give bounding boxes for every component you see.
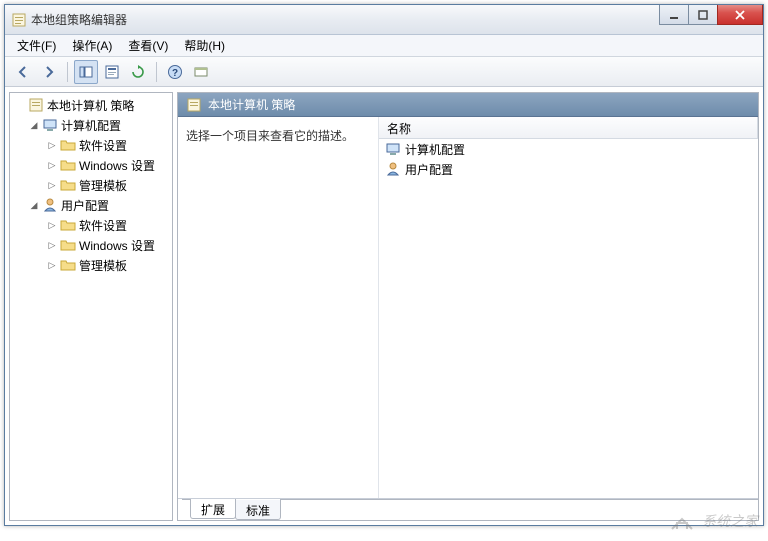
tree-windows-settings[interactable]: ▷ Windows 设置 (10, 155, 172, 175)
folder-icon (60, 237, 76, 253)
expand-icon[interactable]: ▷ (46, 139, 58, 151)
expand-icon[interactable]: ▷ (46, 259, 58, 271)
expand-icon[interactable]: ▷ (46, 179, 58, 191)
tree-pane[interactable]: 本地计算机 策略 ◢ 计算机配置 ▷ 软件设置 ▷ (9, 92, 173, 521)
tree-label: 管理模板 (79, 257, 127, 274)
window-title: 本地组策略编辑器 (31, 11, 127, 28)
list-column: 名称 计算机配置 用户配置 (378, 117, 758, 498)
column-name[interactable]: 名称 (379, 117, 758, 138)
tree-admin-templates[interactable]: ▷ 管理模板 (10, 255, 172, 275)
folder-icon (60, 157, 76, 173)
user-icon (42, 197, 58, 213)
collapse-icon[interactable]: ◢ (28, 119, 40, 131)
details-header-title: 本地计算机 策略 (208, 96, 295, 113)
app-icon (11, 12, 27, 28)
tree-label: 本地计算机 策略 (47, 97, 134, 114)
policy-icon (186, 97, 202, 113)
details-pane: 本地计算机 策略 选择一个项目来查看它的描述。 名称 计算机配置 (177, 92, 759, 521)
view-tabs: 扩展 标准 (178, 498, 758, 520)
app-window: 本地组策略编辑器 文件(F) 操作(A) 查看(V) 帮助(H) (4, 4, 764, 526)
menu-view[interactable]: 查看(V) (120, 35, 176, 56)
expand-icon[interactable]: ▷ (46, 239, 58, 251)
tree-windows-settings[interactable]: ▷ Windows 设置 (10, 235, 172, 255)
filter-button[interactable] (189, 60, 213, 84)
svg-text:?: ? (172, 68, 178, 79)
list-item-user-config[interactable]: 用户配置 (379, 159, 758, 179)
list-item-computer-config[interactable]: 计算机配置 (379, 139, 758, 159)
toolbar-separator (156, 62, 157, 82)
refresh-button[interactable] (126, 60, 150, 84)
tree-label: 计算机配置 (61, 117, 121, 134)
menubar: 文件(F) 操作(A) 查看(V) 帮助(H) (5, 35, 763, 57)
folder-icon (60, 217, 76, 233)
list-header[interactable]: 名称 (379, 117, 758, 139)
tree-software-settings[interactable]: ▷ 软件设置 (10, 215, 172, 235)
toolbar: ? (5, 57, 763, 87)
computer-icon (42, 117, 58, 133)
expander-icon (14, 99, 26, 111)
description-text: 选择一个项目来查看它的描述。 (186, 129, 354, 143)
tree-label: 管理模板 (79, 177, 127, 194)
folder-icon (60, 257, 76, 273)
tree-label: 软件设置 (79, 137, 127, 154)
help-button[interactable]: ? (163, 60, 187, 84)
titlebar[interactable]: 本地组策略编辑器 (5, 5, 763, 35)
close-button[interactable] (717, 5, 763, 25)
tree-label: 软件设置 (79, 217, 127, 234)
tab-extended[interactable]: 扩展 (190, 499, 236, 519)
tree-software-settings[interactable]: ▷ 软件设置 (10, 135, 172, 155)
list-item-label: 计算机配置 (405, 141, 465, 158)
tree-user-config[interactable]: ◢ 用户配置 (10, 195, 172, 215)
window-controls (660, 5, 763, 25)
details-body: 选择一个项目来查看它的描述。 名称 计算机配置 (178, 117, 758, 498)
tree-label: Windows 设置 (79, 237, 155, 254)
menu-file[interactable]: 文件(F) (9, 35, 64, 56)
show-hide-tree-button[interactable] (74, 60, 98, 84)
details-header: 本地计算机 策略 (178, 93, 758, 117)
maximize-button[interactable] (688, 5, 718, 25)
tree-admin-templates[interactable]: ▷ 管理模板 (10, 175, 172, 195)
folder-icon (60, 137, 76, 153)
tree-computer-config[interactable]: ◢ 计算机配置 (10, 115, 172, 135)
properties-button[interactable] (100, 60, 124, 84)
policy-icon (28, 97, 44, 113)
user-icon (385, 161, 401, 177)
menu-action[interactable]: 操作(A) (64, 35, 120, 56)
back-button[interactable] (11, 60, 35, 84)
tab-standard[interactable]: 标准 (235, 500, 281, 520)
expand-icon[interactable]: ▷ (46, 159, 58, 171)
tree-label: Windows 设置 (79, 157, 155, 174)
folder-icon (60, 177, 76, 193)
collapse-icon[interactable]: ◢ (28, 199, 40, 211)
minimize-button[interactable] (659, 5, 689, 25)
description-column: 选择一个项目来查看它的描述。 (178, 117, 378, 498)
tree-root[interactable]: 本地计算机 策略 (10, 95, 172, 115)
tree-label: 用户配置 (61, 197, 109, 214)
menu-help[interactable]: 帮助(H) (176, 35, 233, 56)
forward-button[interactable] (37, 60, 61, 84)
computer-icon (385, 141, 401, 157)
content-area: 本地计算机 策略 ◢ 计算机配置 ▷ 软件设置 ▷ (5, 87, 763, 525)
toolbar-separator (67, 62, 68, 82)
list-item-label: 用户配置 (405, 161, 453, 178)
expand-icon[interactable]: ▷ (46, 219, 58, 231)
